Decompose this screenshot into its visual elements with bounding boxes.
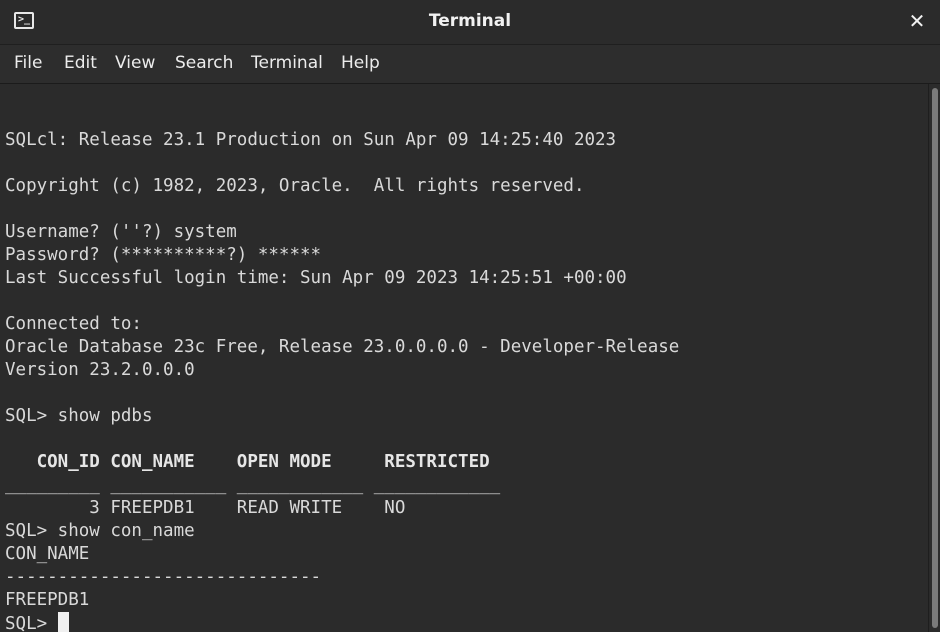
terminal-line: Password? (**********?) ****** — [5, 245, 322, 265]
scrollbar-thumb[interactable] — [932, 88, 938, 628]
terminal-output: SQLcl: Release 23.1 Production on Sun Ap… — [5, 129, 679, 632]
table-row: 3 FREEPDB1 READ WRITE NO — [5, 498, 406, 518]
table-header-line: CON_ID CON_NAME OPEN MODE RESTRICTED — [5, 452, 490, 472]
terminal-window: >_ Terminal ✕ File Edit View Search Term… — [0, 0, 940, 632]
close-icon[interactable]: ✕ — [905, 9, 929, 33]
title-bar[interactable]: >_ Terminal ✕ — [0, 0, 940, 45]
scrollbar[interactable] — [928, 84, 940, 632]
terminal-line: Copyright (c) 1982, 2023, Oracle. All ri… — [5, 176, 585, 196]
table-underline: _________ ___________ ____________ _____… — [5, 475, 501, 495]
terminal-line: Oracle Database 23c Free, Release 23.0.0… — [5, 337, 680, 357]
terminal-line: ------------------------------ — [5, 567, 322, 587]
prompt-line[interactable]: SQL> — [5, 612, 679, 632]
terminal-line: Username? (''?) system — [5, 222, 237, 242]
terminal-line: Version 23.2.0.0.0 — [5, 360, 195, 380]
terminal-line: Last Successful login time: Sun Apr 09 2… — [5, 268, 627, 288]
terminal-line: CON_NAME — [5, 544, 90, 564]
menu-terminal[interactable]: Terminal — [251, 53, 323, 73]
terminal-line: SQL> show con_name — [5, 521, 195, 541]
menu-help[interactable]: Help — [341, 53, 380, 73]
terminal-line: FREEPDB1 — [5, 590, 90, 610]
terminal-line: Connected to: — [5, 314, 142, 334]
window-title: Terminal — [428, 11, 512, 31]
terminal-line: SQLcl: Release 23.1 Production on Sun Ap… — [5, 130, 617, 150]
terminal-content[interactable]: SQLcl: Release 23.1 Production on Sun Ap… — [0, 84, 928, 632]
menu-bar: File Edit View Search Terminal Help — [0, 45, 940, 84]
menu-view[interactable]: View — [115, 53, 155, 73]
menu-edit[interactable]: Edit — [64, 53, 97, 73]
menu-search[interactable]: Search — [175, 53, 233, 73]
sql-prompt: SQL> — [5, 614, 58, 632]
text-cursor — [57, 612, 69, 632]
terminal-line: SQL> show pdbs — [5, 406, 153, 426]
menu-file[interactable]: File — [14, 53, 42, 73]
